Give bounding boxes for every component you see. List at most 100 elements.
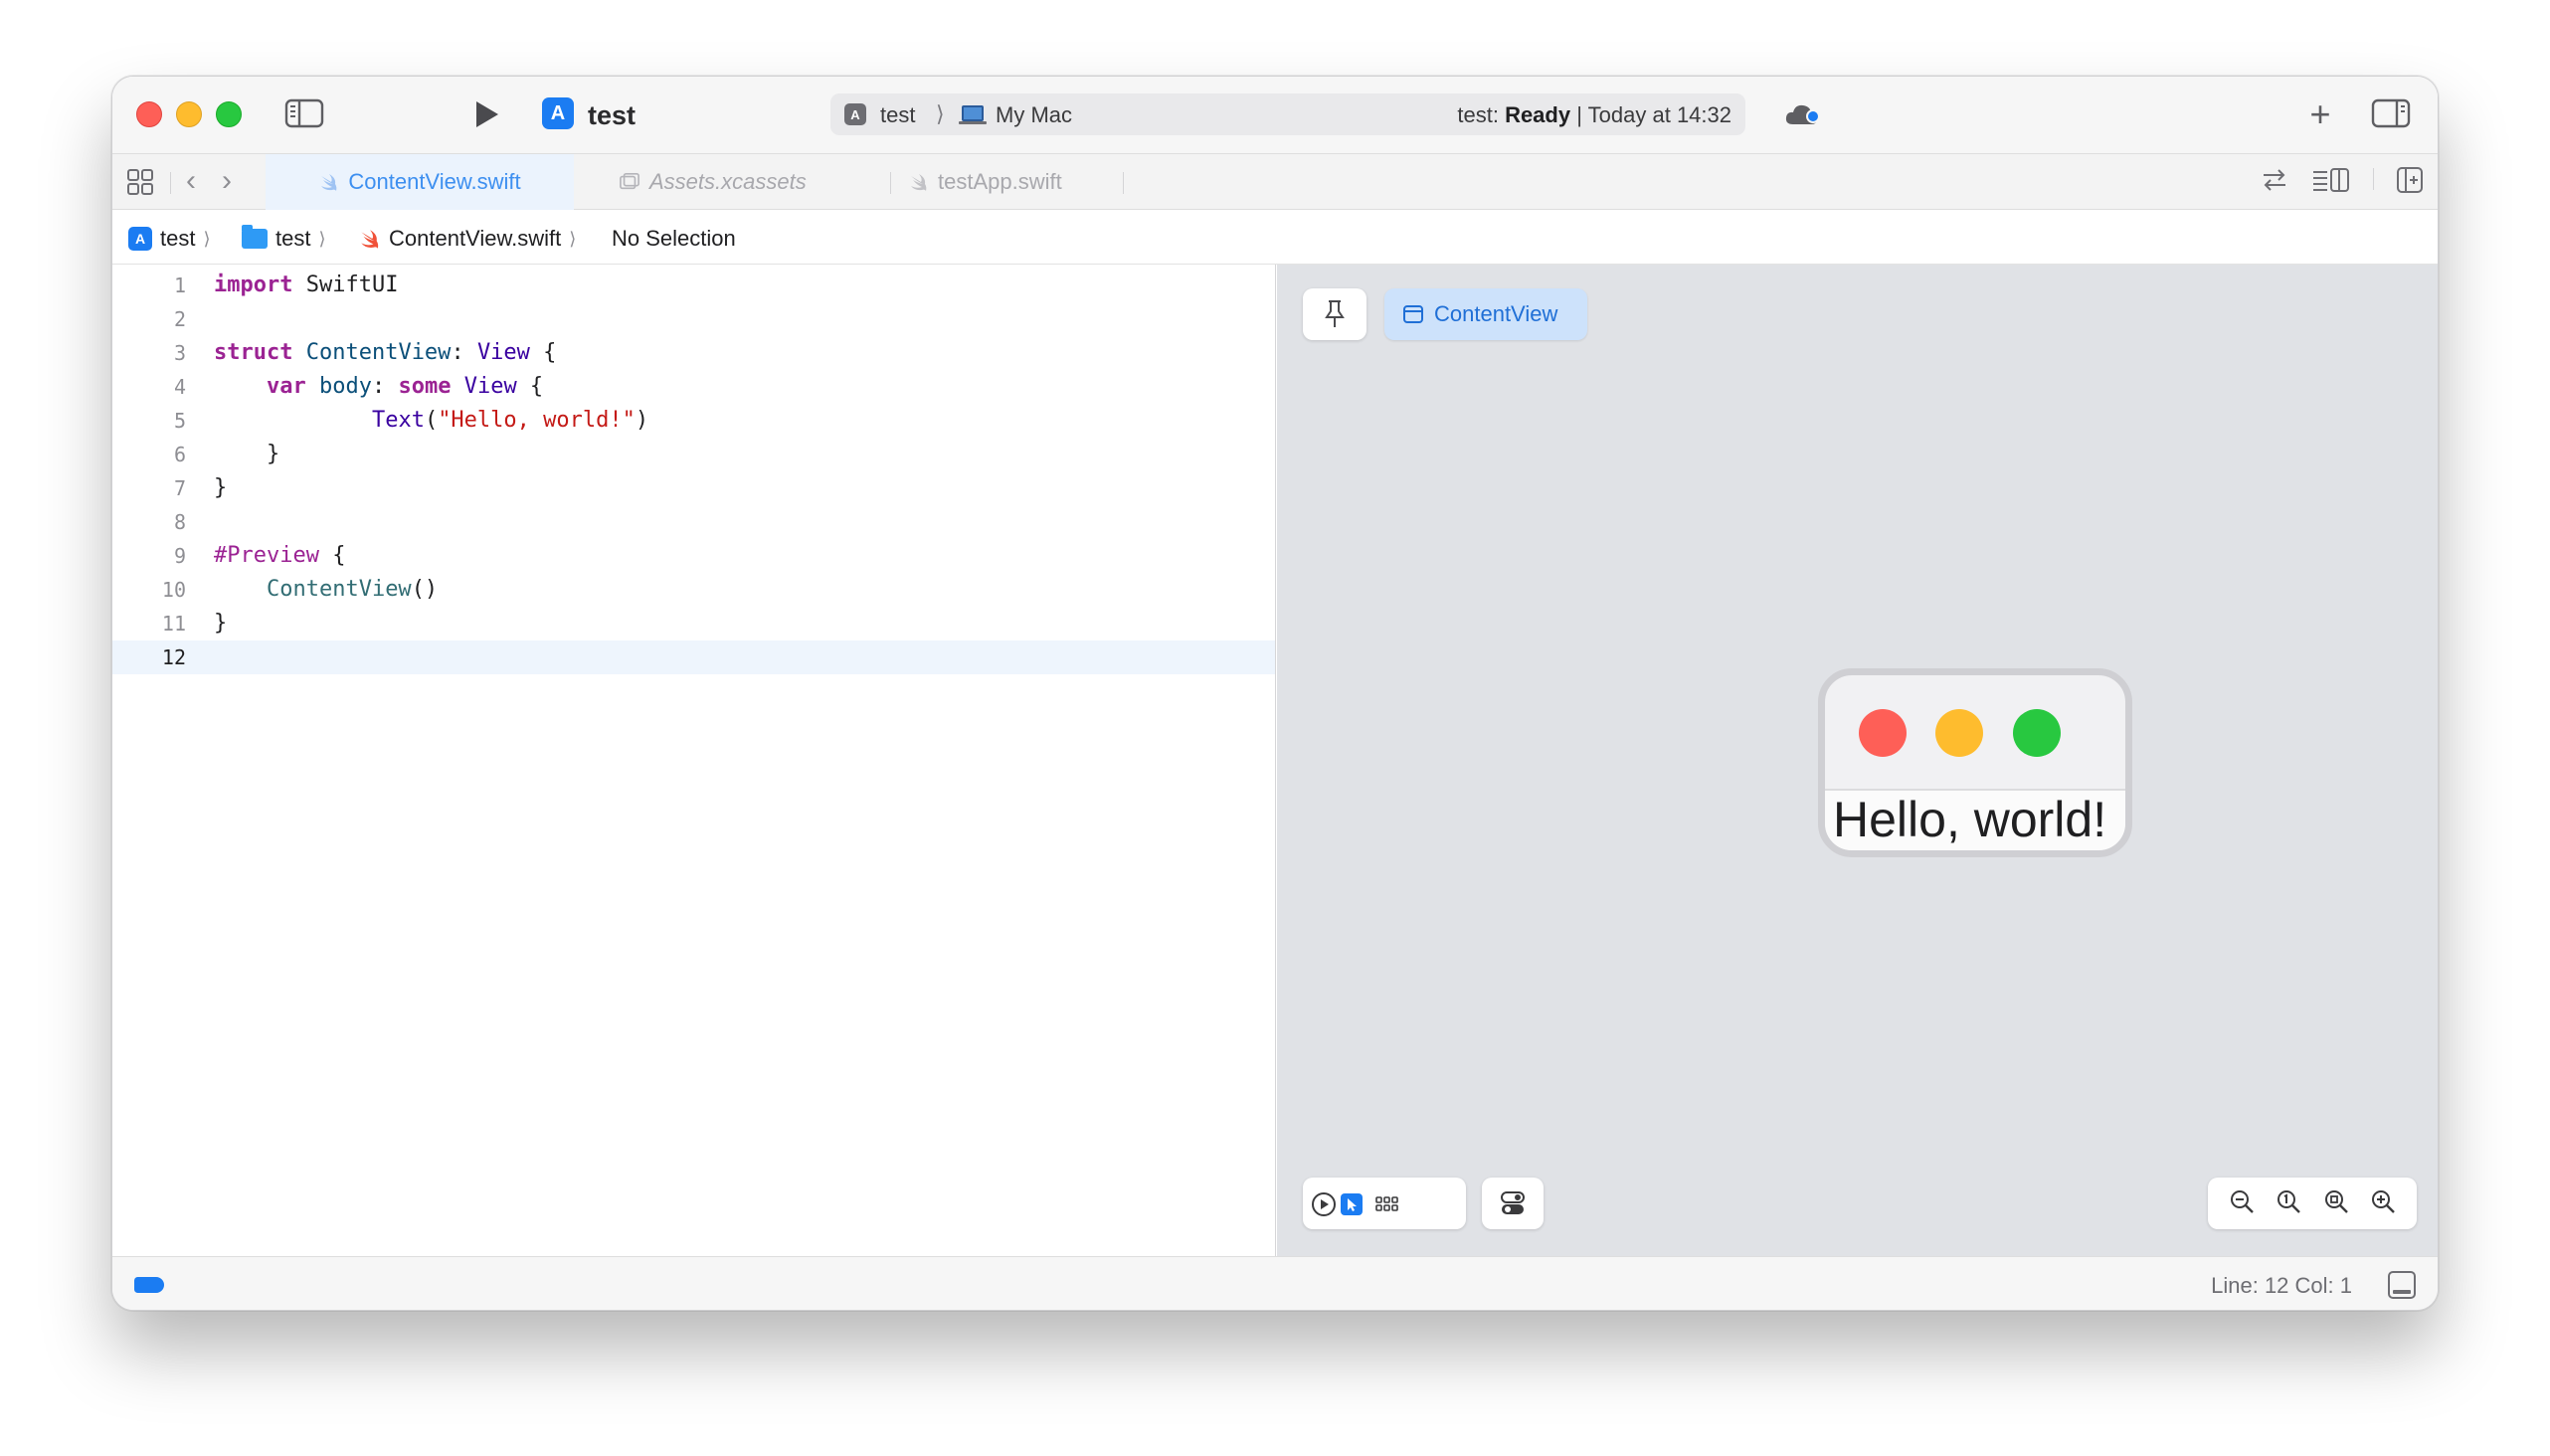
tab-testapp-swift[interactable]: testApp.swift: [908, 154, 1062, 210]
app-preview-window[interactable]: Hello, world!: [1818, 668, 2132, 857]
tab-label: Assets.xcassets: [649, 169, 807, 194]
minimize-window-button[interactable]: [176, 101, 202, 127]
divider: [170, 172, 171, 194]
tab-assets-xcassets[interactable]: Assets.xcassets: [620, 154, 807, 210]
breakpoints-toggle-icon[interactable]: [134, 1277, 164, 1293]
activity-view[interactable]: A test ⟩ My Mac test: Ready | Today at 1…: [830, 93, 1745, 135]
laptop-base: [959, 121, 987, 124]
breadcrumb-file[interactable]: ContentView.swift ⟩: [357, 226, 576, 252]
code-line: 8: [112, 505, 1275, 539]
line-number: 7: [173, 476, 186, 500]
debug-area-toggle-icon[interactable]: [2388, 1271, 2416, 1299]
status-timestamp: | Today at 14:32: [1576, 102, 1731, 127]
code-line: 9 #Preview {: [112, 539, 1275, 573]
selectable-mode-icon[interactable]: [1339, 1191, 1365, 1217]
line-number: 8: [173, 510, 186, 534]
preview-canvas[interactable]: ContentView Hello, world!: [1277, 265, 2438, 1256]
preview-zoom-dot: [2013, 709, 2061, 757]
breadcrumb-folder[interactable]: test ⟩: [242, 225, 326, 252]
line-number: 12: [161, 645, 186, 669]
tab-label: testApp.swift: [938, 169, 1062, 194]
xcode-window: A test A test ⟩ My Mac test: Ready | Tod…: [111, 76, 2439, 1311]
code-line: 7 }: [112, 471, 1275, 505]
code-line: 5 Text("Hello, world!"): [112, 404, 1275, 438]
preview-tab-contentview[interactable]: ContentView: [1384, 288, 1587, 340]
zoom-controls: [2208, 1178, 2417, 1229]
build-status: test: Ready | Today at 14:32: [1457, 102, 1731, 128]
editor-options: [2260, 166, 2424, 199]
cloud-status-icon[interactable]: [1783, 98, 1823, 130]
add-editor-split-icon[interactable]: [2396, 166, 2424, 199]
add-library-button[interactable]: +: [2300, 93, 2340, 134]
line-number: 5: [173, 409, 186, 433]
chevron-right-icon: ⟩: [936, 101, 945, 126]
jump-bar: A test ⟩ test ⟩ ContentView.swift ⟩ No S…: [112, 210, 2438, 265]
line-number: 3: [173, 341, 186, 365]
project-app-icon: A: [542, 97, 574, 129]
project-icon: A: [128, 227, 152, 251]
source-editor[interactable]: 1 import SwiftUI 2 3 struct ContentView:…: [112, 265, 1276, 1256]
breadcrumb-symbol[interactable]: No Selection: [612, 226, 736, 252]
variants-grid-icon[interactable]: [1370, 1191, 1404, 1217]
navigator-toggle-icon[interactable]: [283, 96, 325, 130]
scheme-selector[interactable]: test: [880, 102, 915, 128]
status-prefix: test:: [1457, 102, 1499, 127]
preview-minimize-dot: [1935, 709, 1983, 757]
toggle-settings-icon: [1501, 1191, 1525, 1214]
run-destination-selector[interactable]: My Mac: [996, 102, 1072, 128]
project-title[interactable]: test: [588, 100, 636, 131]
adjust-editor-options-icon[interactable]: [2311, 166, 2351, 199]
code-text: ContentView(): [266, 577, 439, 602]
status-bar: Line: 12 Col: 1: [112, 1256, 2438, 1310]
scheme-icon: A: [844, 103, 866, 125]
zoom-out-icon[interactable]: [2228, 1187, 2256, 1220]
code-line: 6 }: [112, 438, 1275, 471]
back-chevron-icon[interactable]: ‹: [186, 164, 196, 198]
code-text: }: [214, 442, 280, 466]
zoom-to-fit-icon[interactable]: [2322, 1187, 2350, 1220]
breadcrumb-project[interactable]: A test ⟩: [128, 226, 211, 252]
code-text: #Preview {: [214, 543, 346, 568]
tab-label: ContentView.swift: [348, 169, 521, 194]
code-text: }: [214, 475, 228, 500]
code-text: struct ContentView: View {: [214, 340, 557, 365]
inspector-toggle-icon[interactable]: [2370, 96, 2412, 130]
cursor-position: Line: 12 Col: 1: [2211, 1273, 2352, 1298]
code-text: Text("Hello, world!"): [371, 408, 649, 433]
swap-arrows-icon[interactable]: [2260, 166, 2289, 199]
live-preview-play-icon[interactable]: [1311, 1191, 1337, 1217]
breadcrumb-symbol-label: No Selection: [612, 226, 736, 251]
code-text: import SwiftUI: [214, 273, 399, 297]
status-state: Ready: [1505, 102, 1571, 127]
swift-file-icon: [321, 174, 337, 191]
zoom-in-icon[interactable]: [2369, 1187, 2397, 1220]
related-items-grid-icon[interactable]: [126, 168, 154, 201]
asset-catalog-icon: [620, 173, 639, 190]
preview-mode-controls: [1303, 1178, 1466, 1229]
chevron-right-icon: ⟩: [203, 228, 211, 249]
toolbar: A test A test ⟩ My Mac test: Ready | Tod…: [112, 77, 2438, 154]
preview-close-dot: [1859, 709, 1907, 757]
preview-tab-label: ContentView: [1434, 301, 1558, 326]
breadcrumb-file-label: ContentView.swift: [389, 226, 562, 251]
zoom-window-button[interactable]: [216, 101, 242, 127]
line-number: 6: [173, 443, 186, 466]
code-line: 3 struct ContentView: View {: [112, 336, 1275, 370]
pin-preview-button[interactable]: [1303, 288, 1366, 340]
breadcrumb-project-label: test: [160, 226, 196, 251]
line-number: 2: [173, 307, 186, 331]
divider: [890, 172, 891, 194]
chevron-right-icon: ⟩: [318, 228, 326, 249]
code-line: 2: [112, 302, 1275, 336]
tab-contentview-swift[interactable]: ContentView.swift: [266, 154, 574, 210]
divider: [2373, 168, 2374, 190]
code-text: var body: some View {: [266, 374, 544, 399]
forward-chevron-icon[interactable]: ›: [222, 164, 232, 198]
close-window-button[interactable]: [136, 101, 162, 127]
device-settings-button[interactable]: [1482, 1178, 1544, 1229]
line-number: 1: [173, 273, 186, 297]
run-button[interactable]: [466, 96, 506, 132]
zoom-actual-size-icon[interactable]: [2275, 1187, 2302, 1220]
swift-file-icon: [911, 174, 927, 191]
laptop-icon: [962, 105, 984, 121]
